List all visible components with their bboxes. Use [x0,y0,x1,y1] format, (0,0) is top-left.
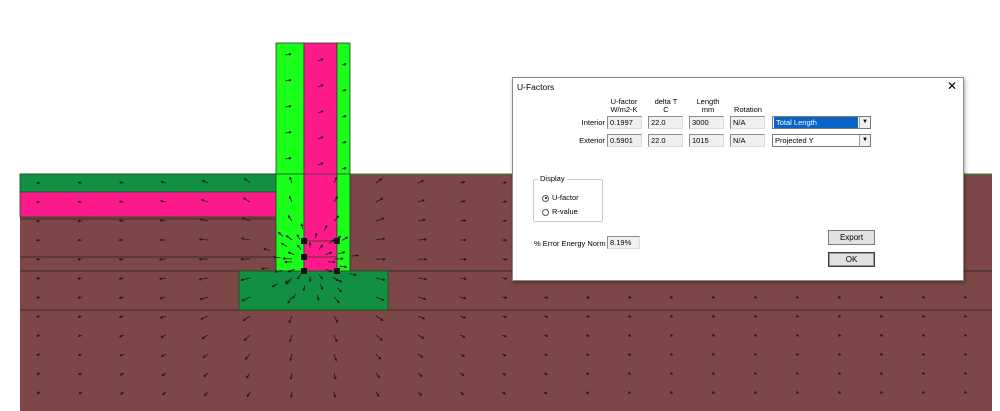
interior-delta-t-field[interactable]: 22.0 [648,116,683,129]
dialog-title: U-Factors [517,82,555,92]
slab-top-layer [19,173,277,193]
close-icon[interactable]: ✕ [947,79,957,93]
interior-rotation-field[interactable]: N/A [730,116,765,129]
export-button[interactable]: Export [828,230,875,245]
radio-ufactor-label: U-factor [552,193,579,202]
display-groupbox: Display U-factor R-value [533,174,603,222]
radio-rvalue-label: R-value [552,207,578,216]
exterior-length-field[interactable]: 1015 [689,134,724,147]
exterior-rotation-field[interactable]: N/A [730,134,765,147]
radio-icon[interactable] [542,208,549,216]
interior-length-type-select[interactable]: Total Length ▼ [772,116,871,129]
interior-ufactor-field[interactable]: 0.1997 [607,116,642,129]
col-header-length: Length mm [696,97,720,114]
exterior-ufactor-field[interactable]: 0.5901 [607,134,642,147]
footing [238,270,389,311]
col-header-delta-t: delta T C [654,97,678,114]
chevron-down-icon[interactable]: ▼ [859,135,870,146]
error-energy-norm-field: 8.19% [607,236,640,249]
radio-ufactor[interactable]: U-factor [542,193,579,203]
error-energy-norm-label: % Error Energy Norm [534,239,606,248]
radio-icon[interactable] [542,194,549,202]
interior-length-field[interactable]: 3000 [689,116,724,129]
exterior-length-type-value: Projected Y [775,136,814,145]
display-group-legend: Display [538,174,567,183]
exterior-length-type-select[interactable]: Projected Y ▼ [772,134,871,147]
interior-length-type-value: Total Length [774,117,858,128]
col-header-ufactor: U-factor W/m2-K [610,97,638,114]
ok-button[interactable]: OK [828,252,875,267]
row-label-exterior: Exterior [579,136,605,145]
u-factors-dialog: U-Factors ✕ U-factor W/m2-K delta T C Le… [512,77,964,281]
row-label-interior: Interior [581,118,605,127]
slab-insulation-layer [19,191,277,218]
exterior-delta-t-field[interactable]: 22.0 [648,134,683,147]
chevron-down-icon[interactable]: ▼ [859,117,870,128]
radio-rvalue[interactable]: R-value [542,207,578,217]
col-header-rotation: Rotation [734,105,762,114]
